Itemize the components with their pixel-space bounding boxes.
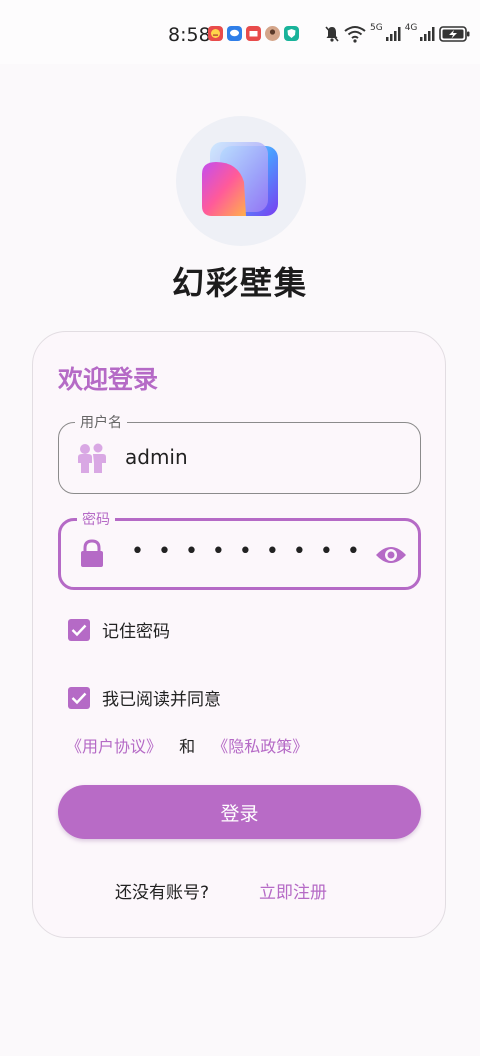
welcome-heading: 欢迎登录 <box>58 365 159 394</box>
no-account-text: 还没有账号? <box>115 883 210 903</box>
system-icons: 5G 4G <box>324 23 471 43</box>
shield-app-icon <box>284 26 299 41</box>
username-input[interactable]: admin <box>125 445 188 469</box>
check-icon <box>71 692 87 704</box>
lock-icon <box>81 539 103 567</box>
password-field[interactable]: 密码 ••••••••• <box>58 509 421 590</box>
username-field[interactable]: 用户名 admin <box>58 412 421 494</box>
signal-5g-icon <box>385 27 401 41</box>
agreement-links: 《用户协议》 和 《隐私政策》 <box>66 733 308 757</box>
privacy-policy-link[interactable]: 《隐私政策》 <box>212 737 308 756</box>
agreement-checkbox[interactable] <box>68 686 90 709</box>
mail-app-icon <box>246 26 261 41</box>
app-logo <box>176 116 306 246</box>
eye-icon[interactable] <box>375 543 407 567</box>
notification-icons <box>208 26 299 41</box>
password-input[interactable]: ••••••••• <box>131 539 374 564</box>
status-bar: 8:58 5G 4G <box>0 0 480 64</box>
remember-password-checkbox[interactable] <box>68 618 90 641</box>
agreement-label: 我已阅读并同意 <box>102 690 221 710</box>
and-text: 和 <box>179 737 196 756</box>
login-button[interactable]: 登录 <box>58 785 421 839</box>
angry-face-app-icon <box>208 26 223 41</box>
signal-4g-icon <box>420 27 435 41</box>
status-time: 8:58 <box>168 24 211 46</box>
user-agreement-link[interactable]: 《用户协议》 <box>66 737 162 756</box>
network-5g-label: 5G <box>370 23 383 33</box>
wifi-icon <box>344 26 366 43</box>
check-icon <box>71 624 87 636</box>
remember-password-label: 记住密码 <box>102 622 170 642</box>
chat-app-icon <box>227 26 242 41</box>
username-label: 用户名 <box>75 412 127 432</box>
app-title: 幻彩壁集 <box>171 264 308 302</box>
battery-charging-icon <box>439 26 470 42</box>
user-icon <box>78 443 106 473</box>
bell-muted-icon <box>325 26 339 42</box>
remember-password-row[interactable]: 记住密码 <box>68 617 170 642</box>
network-4g-label: 4G <box>404 23 418 33</box>
avatar-app-icon <box>265 26 280 41</box>
password-label: 密码 <box>77 509 115 529</box>
stacked-gradient-cards-logo <box>202 142 278 216</box>
register-link[interactable]: 立即注册 <box>259 878 327 903</box>
agreement-row[interactable]: 我已阅读并同意 <box>68 685 221 710</box>
